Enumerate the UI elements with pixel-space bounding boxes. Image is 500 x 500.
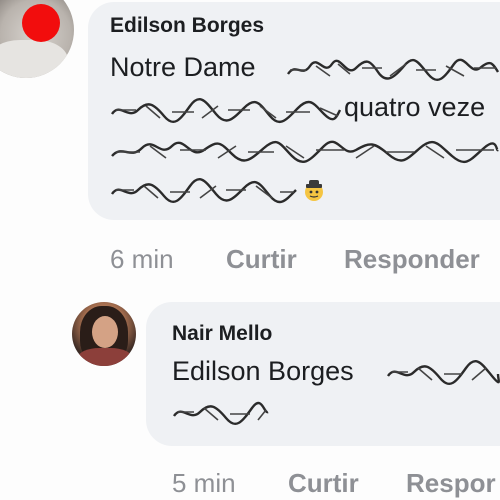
- redacted-text: [286, 56, 500, 82]
- reply-author[interactable]: Nair Mello: [172, 322, 272, 346]
- avatar-shirt: [0, 40, 68, 78]
- avatar-top: [78, 348, 132, 366]
- avatar[interactable]: [0, 0, 74, 78]
- like-button[interactable]: Curtir: [288, 468, 359, 499]
- redacted-text: [110, 138, 500, 164]
- reply-button[interactable]: Respor: [406, 468, 496, 499]
- reply-time[interactable]: 5 min: [172, 468, 236, 499]
- redacted-text: [110, 98, 342, 124]
- comment-time[interactable]: 6 min: [110, 244, 174, 275]
- redacted-text: [386, 360, 500, 386]
- redacted-face-mark: [22, 4, 60, 42]
- redacted-text: [110, 178, 298, 204]
- comment-thread: Edilson Borges Notre Dame quatro veze 6 …: [0, 0, 500, 500]
- comment-author[interactable]: Edilson Borges: [110, 14, 264, 38]
- avatar[interactable]: [72, 302, 136, 366]
- comment-text-line-1: Notre Dame: [110, 52, 256, 82]
- reply-button[interactable]: Responder: [344, 244, 480, 275]
- reply-mention[interactable]: Edilson Borges: [172, 356, 354, 387]
- like-button[interactable]: Curtir: [226, 244, 297, 275]
- detective-emoji-icon: [302, 178, 326, 202]
- comment-text-line-2: quatro veze: [344, 92, 486, 122]
- avatar-face: [92, 316, 118, 348]
- redacted-text: [172, 400, 270, 426]
